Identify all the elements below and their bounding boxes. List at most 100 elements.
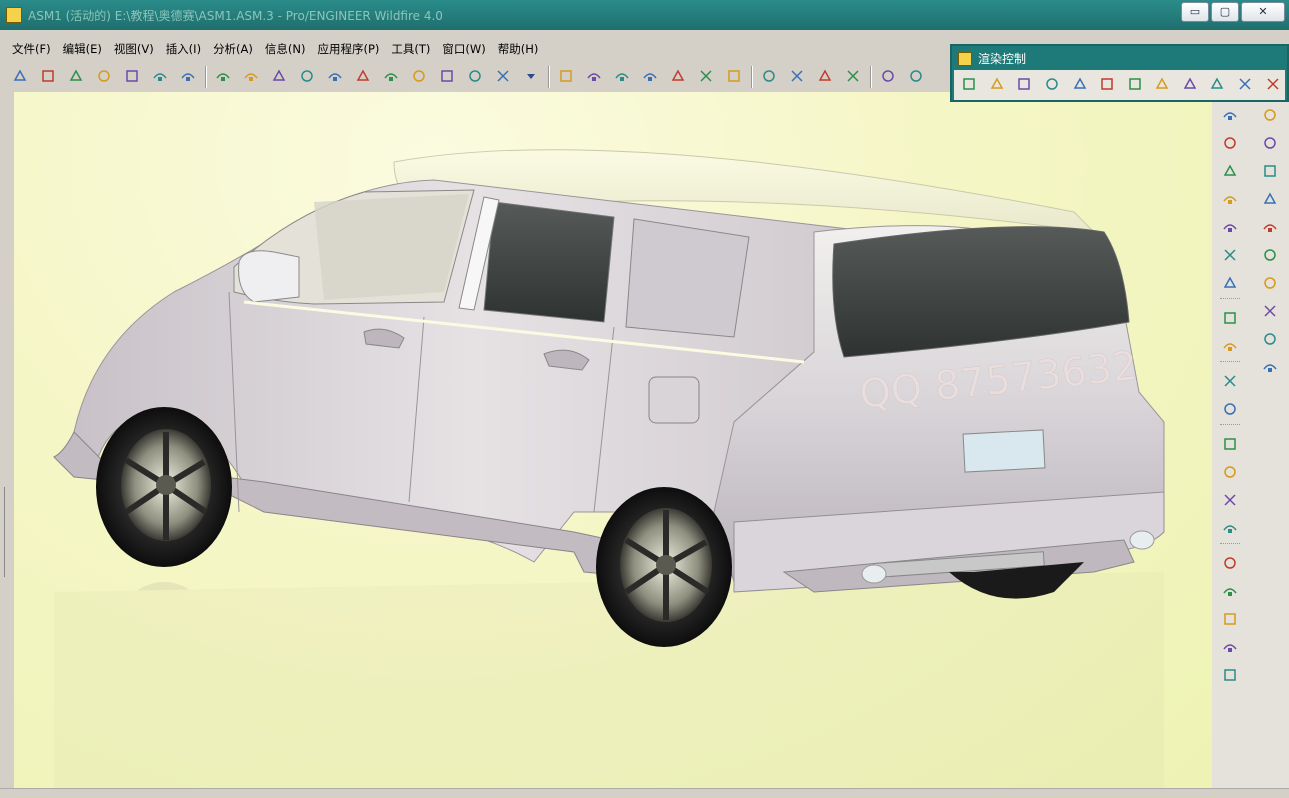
close-button[interactable]: ✕ [1241,2,1285,22]
boundary-blend-button[interactable] [1212,662,1248,690]
zoom-in-button[interactable] [636,64,664,90]
menu-item-0[interactable]: 文件(F) [6,41,57,57]
wireframe-icon [761,68,777,87]
datum-plane-2-button[interactable] [1212,130,1248,158]
analysis-feature-button[interactable] [1212,270,1248,298]
edit-appearance-button[interactable] [1040,73,1065,97]
effects-button[interactable] [1178,73,1203,97]
spin-center-button[interactable] [580,64,608,90]
trim-button[interactable] [1252,298,1288,326]
copy-button[interactable] [321,64,349,90]
regen-manager-icon [439,68,455,87]
layers-button[interactable] [664,64,692,90]
new-file-button[interactable] [6,64,34,90]
undo-button[interactable] [237,64,265,90]
menu-item-8[interactable]: 窗口(W) [436,41,491,57]
sketch-tool-button[interactable] [1252,214,1288,242]
insert-component-button[interactable] [1212,305,1248,333]
revolve-tool-button[interactable] [1212,459,1248,487]
appearance-button[interactable] [720,64,748,90]
paste-special-button[interactable] [377,64,405,90]
orient-mode-button[interactable] [608,64,636,90]
datum-point-button[interactable] [1212,214,1248,242]
merge-button[interactable] [1252,354,1288,382]
render-window-button[interactable] [1260,73,1285,97]
copy-geom-button[interactable] [1252,130,1288,158]
round-tool-button[interactable] [1212,578,1248,606]
environment-button[interactable] [1095,73,1120,97]
render-globe-button[interactable] [1205,73,1230,97]
datum-plane-tool-button[interactable] [1212,102,1248,130]
menu-item-3[interactable]: 插入(I) [160,41,207,57]
assemble-button[interactable] [1212,368,1248,396]
revolve-tool-icon [1222,464,1238,483]
save-button[interactable] [62,64,90,90]
datum-csys-button[interactable] [1212,242,1248,270]
create-part-button[interactable] [1212,396,1248,424]
datum-axis-icon [1222,163,1238,182]
menu-item-4[interactable]: 分析(A) [207,41,259,57]
redo-button[interactable] [265,64,293,90]
sweep-tool-button[interactable] [1212,487,1248,515]
datum-curve-button[interactable] [1212,186,1248,214]
room-button[interactable] [1012,73,1037,97]
open-folder-button[interactable] [34,64,62,90]
mail-attach-button[interactable] [146,64,174,90]
car-model: QQ 87573632 [53,149,1165,788]
texture-button[interactable] [1122,73,1147,97]
extrude-tool-button[interactable] [1212,431,1248,459]
cut-button[interactable] [293,64,321,90]
hole-tool-button[interactable] [1252,158,1288,186]
scene-button[interactable] [985,73,1010,97]
paste-button[interactable] [349,64,377,90]
minimize-button[interactable]: ▭ [1181,2,1209,22]
mirror-tool-button[interactable] [1212,333,1248,361]
offset-button[interactable] [1252,270,1288,298]
wireframe-button[interactable] [755,64,783,90]
send-mail-button[interactable] [118,64,146,90]
datum-axis-button[interactable] [1212,158,1248,186]
menu-item-6[interactable]: 应用程序(P) [311,41,385,57]
menu-item-1[interactable]: 编辑(E) [57,41,108,57]
graphics-viewport[interactable]: QQ 87573632 [14,92,1212,788]
datum-axes-button[interactable] [902,64,930,90]
draft-tool-button[interactable] [1212,606,1248,634]
shell-tool-button[interactable] [1212,550,1248,578]
hidden-line-button[interactable] [783,64,811,90]
menu-item-7[interactable]: 工具(T) [385,41,436,57]
dropdown-arrow-button[interactable] [517,64,545,90]
pattern-button[interactable] [1252,186,1288,214]
render-window-icon [1265,76,1281,95]
color-wheel-button[interactable] [1067,73,1092,97]
maximize-button[interactable]: ▢ [1211,2,1239,22]
menu-item-9[interactable]: 帮助(H) [492,41,545,57]
regen-manager-button[interactable] [433,64,461,90]
palette-right-column [1252,102,1288,382]
intersect-button[interactable] [1252,326,1288,354]
toolbar-separator [751,66,752,88]
render-region-button[interactable] [1233,73,1258,97]
open-scene-button[interactable] [957,73,982,97]
regenerate-model-button[interactable] [405,64,433,90]
find-button[interactable] [461,64,489,90]
style-tool-button[interactable] [1252,242,1288,270]
menu-item-2[interactable]: 视图(V) [108,41,160,57]
menu-item-5[interactable]: 信息(N) [259,41,312,57]
navigator-handle[interactable] [4,487,11,577]
print-button[interactable] [90,64,118,90]
rib-tool-button[interactable] [1212,634,1248,662]
front-wheel [96,407,232,567]
datum-planes-button[interactable] [874,64,902,90]
lights-button[interactable] [1150,73,1175,97]
mirror-button[interactable] [1252,102,1288,130]
select-box-button[interactable] [489,64,517,90]
zoom-in-icon [642,68,658,87]
blend-tool-button[interactable] [1212,515,1248,543]
view-manager-button[interactable] [692,64,720,90]
rear-wheel [596,487,732,647]
no-hidden-button[interactable] [811,64,839,90]
shading-button[interactable] [839,64,867,90]
redraw-button[interactable] [552,64,580,90]
close-window-button[interactable] [174,64,202,90]
regenerate-button[interactable] [209,64,237,90]
